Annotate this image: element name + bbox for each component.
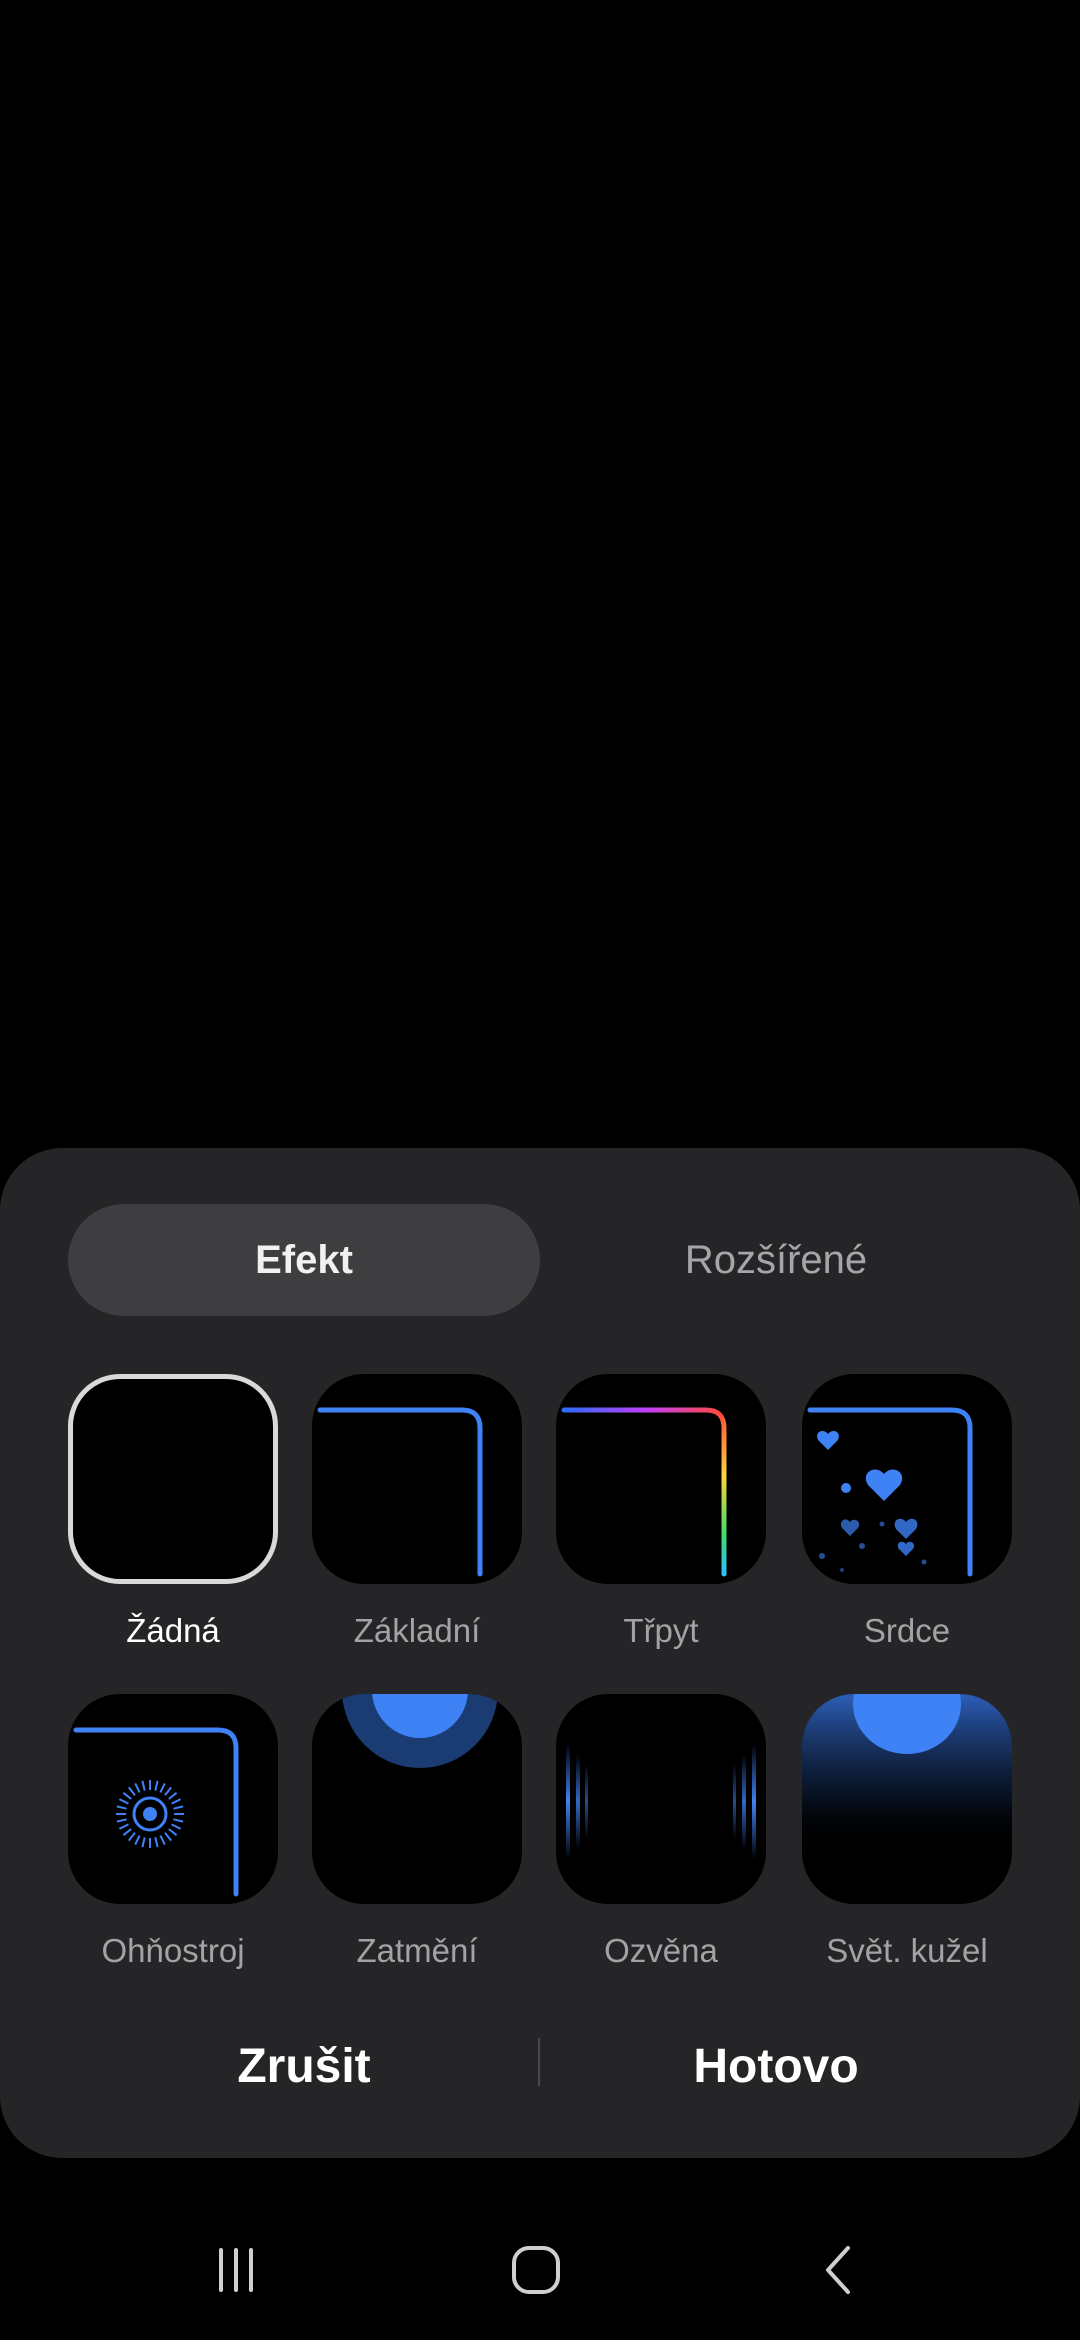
effect-option-eclipse[interactable]: Zatmění (312, 1694, 522, 1994)
tab-effect[interactable]: Efekt (68, 1204, 540, 1316)
system-navigation-bar (0, 2220, 1080, 2320)
firework-ray (128, 1832, 136, 1842)
effect-label: Svět. kužel (826, 1932, 988, 1969)
effect-label: Zatmění (356, 1932, 478, 1969)
none-effect-icon[interactable] (68, 1374, 278, 1584)
effect-tabs: Efekt Rozšířené (68, 1204, 1012, 1316)
firework-ray (173, 1818, 184, 1823)
firework-ray (128, 1786, 136, 1796)
fireworks-effect-icon[interactable] (68, 1694, 278, 1904)
effect-label: Základní (353, 1612, 481, 1649)
echo-effect-icon[interactable] (556, 1694, 766, 1904)
firework-ray (171, 1823, 182, 1830)
effect-option-hearts[interactable]: Srdce (802, 1374, 1012, 1674)
firework-ray (173, 1805, 184, 1810)
effect-option-fireworks[interactable]: Ohňostroj (68, 1694, 278, 1994)
firework-ray (122, 1828, 132, 1836)
firework-ray (164, 1786, 172, 1796)
firework-ray (134, 1782, 141, 1793)
firework-ray (154, 1780, 159, 1791)
firework-ray (118, 1823, 129, 1830)
tab-advanced[interactable]: Rozšířené (540, 1204, 1012, 1316)
effect-label: Ozvěna (604, 1932, 718, 1969)
basic-effect-icon[interactable] (312, 1374, 522, 1584)
hearts-effect-icon[interactable] (802, 1374, 1012, 1584)
eclipse-effect-icon[interactable] (312, 1694, 522, 1904)
firework-ray (118, 1798, 129, 1805)
firework-ray (159, 1835, 166, 1846)
firework-ray (116, 1818, 127, 1823)
firework-ray (141, 1837, 146, 1848)
effect-label: Třpyt (623, 1612, 699, 1649)
dialog-footer: Zrušit Hotovo (0, 2016, 1080, 2116)
effect-label: Srdce (863, 1612, 951, 1649)
firework-ray (134, 1835, 141, 1846)
effect-option-glitter[interactable]: Třpyt (556, 1374, 766, 1674)
effect-option-echo[interactable]: Ozvěna (556, 1694, 766, 1994)
firework-ray (154, 1837, 159, 1848)
spotlight-effect-icon[interactable] (802, 1694, 1012, 1904)
firework-ray (159, 1782, 166, 1793)
effect-option-basic[interactable]: Základní (312, 1374, 522, 1674)
effect-label: Žádná (126, 1612, 220, 1649)
firework-ray (141, 1780, 146, 1791)
effect-option-none[interactable]: Žádná (68, 1374, 278, 1674)
cancel-button[interactable]: Zrušit (34, 2016, 574, 2116)
firework-ray (171, 1798, 182, 1805)
recents-icon[interactable] (176, 2220, 296, 2320)
edge-lighting-effect-sheet: Efekt Rozšířené Žádná Základní Třpyt Srd… (0, 1148, 1080, 2158)
glitter-effect-icon[interactable] (556, 1374, 766, 1584)
firework-ray (116, 1805, 127, 1810)
back-icon[interactable] (780, 2220, 900, 2320)
firework-ray (168, 1792, 178, 1800)
firework-ray (168, 1828, 178, 1836)
firework-ray (122, 1792, 132, 1800)
effect-option-spotlight[interactable]: Svět. kužel (802, 1694, 1012, 1994)
effect-label: Ohňostroj (101, 1932, 245, 1969)
done-button[interactable]: Hotovo (506, 2016, 1046, 2116)
firework-ray (164, 1832, 172, 1842)
home-icon[interactable] (476, 2220, 596, 2320)
